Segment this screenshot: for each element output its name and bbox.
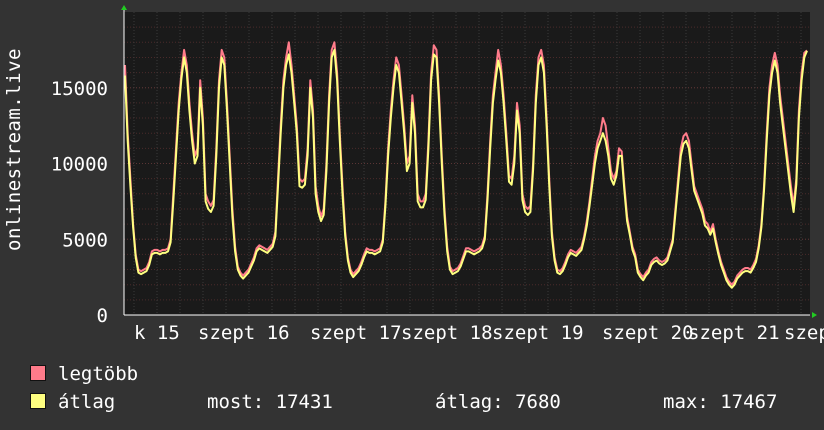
- legend-avg-label: átlag: [58, 391, 116, 413]
- x-tick-label: szept 21: [688, 322, 780, 344]
- x-tick-label: szept 19: [492, 322, 584, 344]
- y-tick-label: 10000: [51, 154, 108, 176]
- x-axis-arrow: [812, 312, 817, 318]
- y-tick-label: 15000: [51, 78, 108, 100]
- y-axis-arrow: [121, 5, 127, 10]
- x-tick-label: szept 16: [198, 322, 290, 344]
- legend-max: legtöbb: [30, 362, 138, 386]
- legend-avg: átlag: [30, 390, 115, 414]
- y-axis-label: onlinestream.live: [3, 48, 25, 251]
- legend-avg-swatch: [30, 392, 46, 409]
- stat-now: most: 17431: [207, 391, 333, 413]
- x-tick-label: szept 17: [310, 322, 402, 344]
- stat-average: átlag: 7680: [435, 391, 561, 413]
- stat-maximum: max: 17467: [663, 391, 778, 413]
- x-tick-label: szept 18: [401, 322, 493, 344]
- x-tick-label: k 15: [134, 322, 180, 344]
- y-tick-label: 5000: [62, 229, 108, 251]
- legend-max-label: legtöbb: [58, 363, 139, 385]
- y-tick-label: 0: [97, 305, 108, 327]
- x-tick-label: szept 20: [602, 322, 694, 344]
- legend-max-swatch: [30, 364, 46, 381]
- x-tick-label: szept: [784, 322, 824, 344]
